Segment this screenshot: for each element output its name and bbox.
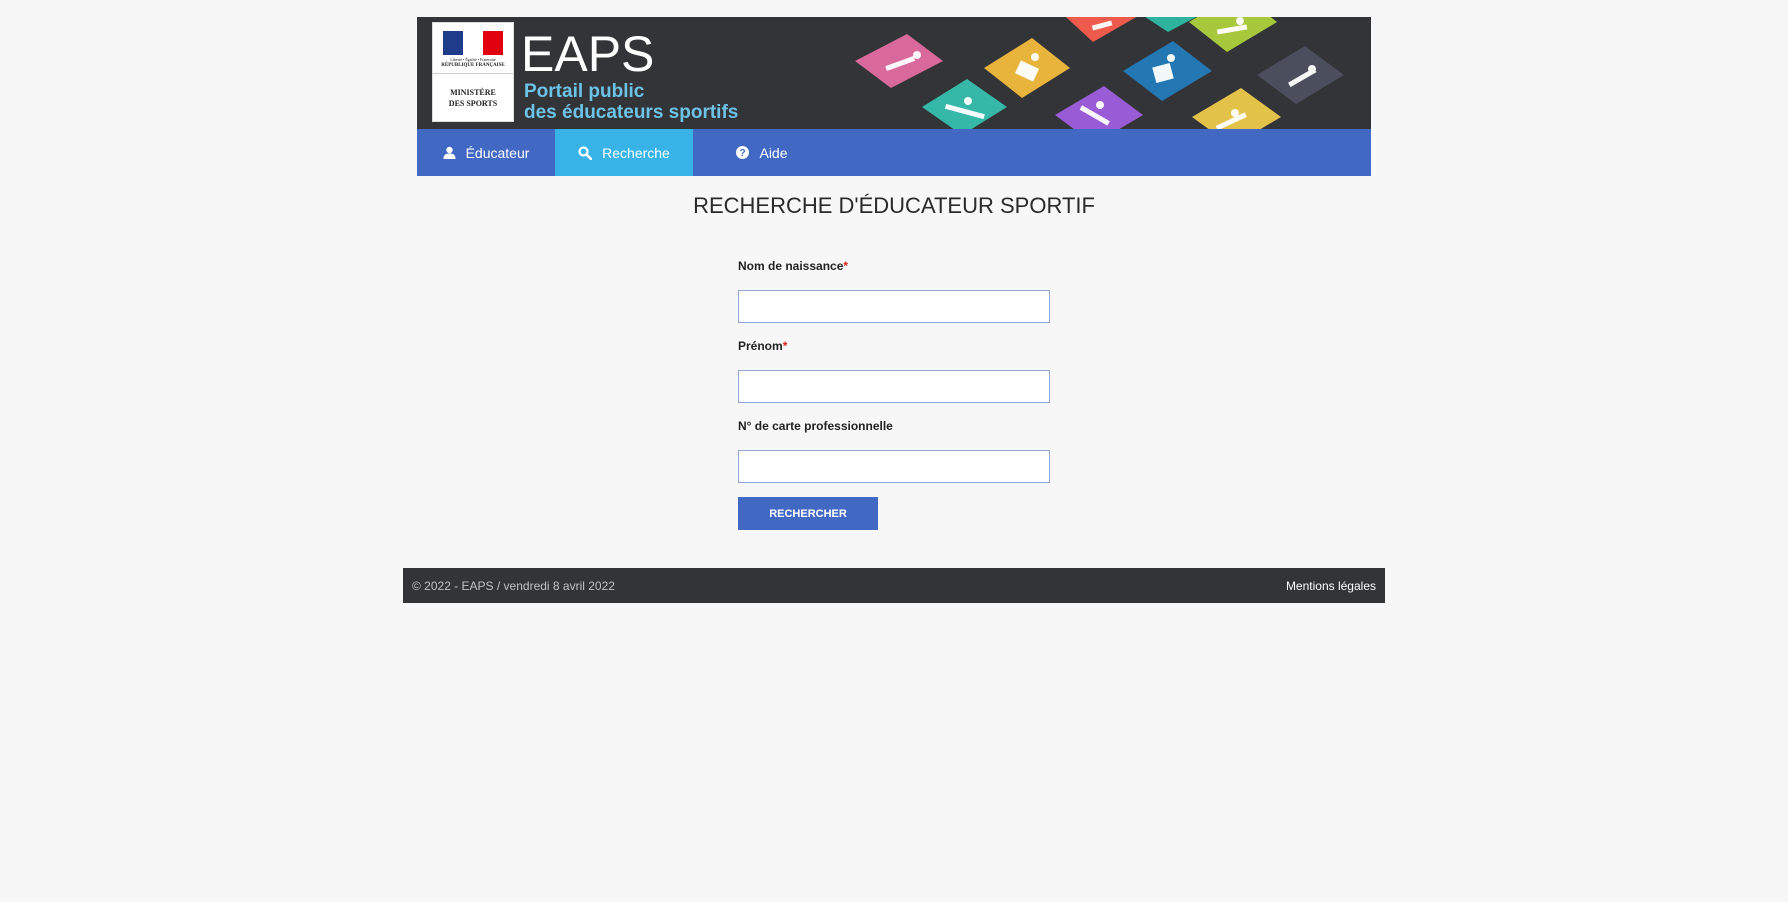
app-title: EAPS [521,26,655,82]
nav-label-recherche: Recherche [602,144,670,161]
field-label-prenom: Prénom* [738,338,1050,354]
footer-copyright: © 2022 - EAPS / vendredi 8 avril 2022 [412,578,615,593]
search-icon [578,145,593,160]
ministry-line1: MINISTÈRE [450,88,496,97]
subtitle-line2: des éducateurs sportifs [524,102,739,123]
nav-label-educateur: Éducateur [465,144,530,161]
page: Liberté • Égalité • Fraternité RÉPUBLIQU… [0,0,1788,902]
legal-notice-link[interactable]: Mentions légales [1286,579,1376,593]
subtitle-line1: Portail public [524,81,645,102]
help-icon: ? [736,146,750,159]
logo-republic: RÉPUBLIQUE FRANÇAISE [441,63,505,68]
prenom-input[interactable] [738,370,1050,403]
search-button[interactable]: RECHERCHER [738,497,878,530]
required-marker: * [843,259,849,273]
ministry-name: MINISTÈRE DES SPORTS [437,87,509,109]
nav-item-educateur[interactable]: Éducateur [417,129,555,176]
field-label-prenom-text: Prénom [738,339,783,353]
french-flag-icon [443,31,503,55]
search-form: Nom de naissance* Prénom* N° de carte pr… [738,258,1050,530]
carte-pro-input[interactable] [738,450,1050,483]
nom-naissance-input[interactable] [738,290,1050,323]
required-marker: * [782,339,788,353]
field-label-nom-text: Nom de naissance [738,259,844,273]
logo-divider [433,73,513,74]
field-label-carte: N° de carte professionnelle [738,418,1050,434]
app-subtitle: Portail public des éducateurs sportifs [524,81,738,123]
svg-text:?: ? [740,148,746,159]
main-nav: Éducateur Recherche ? Aide [417,129,1371,176]
nav-label-aide: Aide [759,144,788,161]
ministry-line2: DES SPORTS [448,99,498,108]
header-banner: Liberté • Égalité • Fraternité RÉPUBLIQU… [417,17,1371,129]
footer: © 2022 - EAPS / vendredi 8 avril 2022 Me… [403,568,1385,603]
nav-item-recherche[interactable]: Recherche [555,129,693,176]
field-label-carte-text: N° de carte professionnelle [738,419,893,433]
page-title: RECHERCHE D'ÉDUCATEUR SPORTIF [693,193,1095,218]
user-icon [443,146,456,159]
ministry-logo: Liberté • Égalité • Fraternité RÉPUBLIQU… [432,22,514,122]
field-label-nom: Nom de naissance* [738,258,1050,274]
nav-item-aide[interactable]: ? Aide [693,129,831,176]
